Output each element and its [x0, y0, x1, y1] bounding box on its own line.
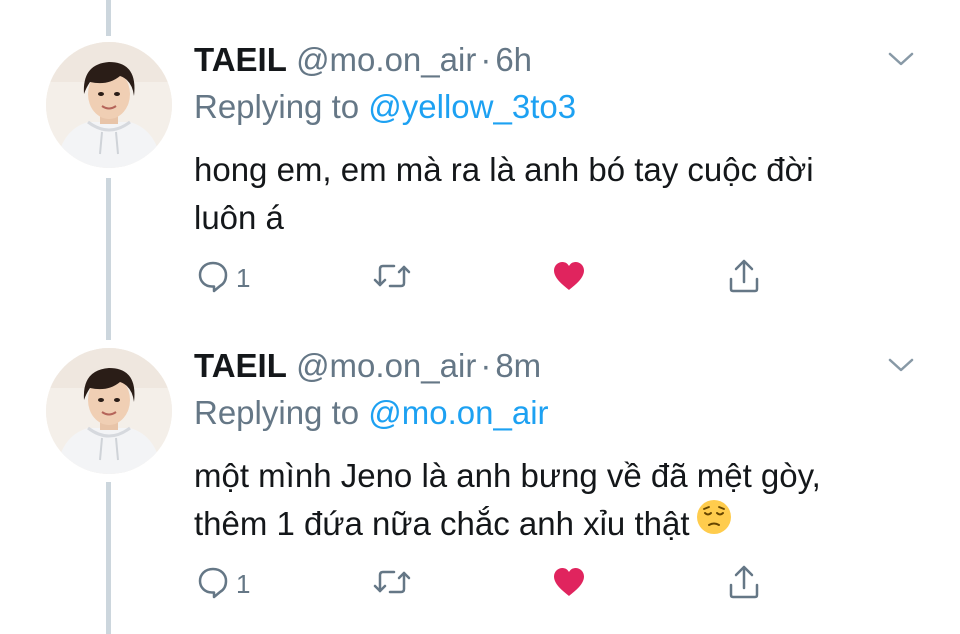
tweet-header: TAEIL @mo.on_air · 8m [194, 346, 541, 386]
avatar[interactable] [46, 42, 172, 168]
retweet-button[interactable] [372, 562, 412, 602]
chevron-down-icon[interactable] [886, 49, 916, 69]
action-bar: 1 [0, 256, 960, 296]
heart-icon [554, 568, 584, 596]
reply-count: 1 [236, 262, 251, 293]
action-bar: 1 [0, 562, 960, 602]
like-button[interactable] [552, 562, 586, 602]
user-handle[interactable]: @mo.on_air [296, 41, 476, 78]
timestamp[interactable]: 8m [495, 347, 541, 384]
tweet[interactable]: TAEIL @mo.on_air · 6h Replying to @yellow_… [0, 0, 960, 318]
share-icon [729, 259, 759, 293]
share-button[interactable] [726, 256, 762, 296]
reply-count: 1 [236, 568, 251, 599]
reply-icon [198, 261, 228, 293]
reply-button[interactable]: 1 [196, 256, 250, 296]
display-name[interactable]: TAEIL [194, 347, 287, 384]
heart-icon [554, 262, 584, 290]
reply-to-handle[interactable]: @mo.on_air [368, 394, 548, 431]
retweet-button[interactable] [372, 256, 412, 296]
tweet-text-line: hong em, em mà ra là anh bó tay cuộc đời [194, 151, 814, 188]
like-button[interactable] [552, 256, 586, 296]
tweet-text-line: luôn á [194, 199, 284, 236]
retweet-icon [373, 264, 411, 288]
chevron-down-icon[interactable] [886, 355, 916, 375]
avatar[interactable] [46, 348, 172, 474]
replying-label: Replying to [194, 88, 360, 125]
tweet-text-line-with-emoji: thêm 1 đứa nữa chắc anh xỉu thật [194, 498, 934, 552]
tweet-text: hong em, em mà ra là anh bó tay cuộc đời… [194, 146, 934, 242]
separator: · [480, 41, 492, 78]
tweet-header: TAEIL @mo.on_air · 6h [194, 40, 532, 80]
reply-button[interactable]: 1 [196, 562, 250, 602]
tweet[interactable]: TAEIL @mo.on_air · 8m Replying to @mo.on_a… [0, 318, 960, 634]
separator: · [480, 347, 492, 384]
tweet-text-line: thêm 1 đứa nữa chắc anh xỉu thật [194, 505, 690, 542]
share-icon [729, 565, 759, 599]
reply-to-handle[interactable]: @yellow_3to3 [368, 88, 576, 125]
replying-to: Replying to @mo.on_air [194, 393, 549, 433]
timestamp[interactable]: 6h [495, 41, 532, 78]
replying-label: Replying to [194, 394, 360, 431]
reply-icon [198, 567, 228, 599]
tweet-text: một mình Jeno là anh bưng về đã mệt gòy,… [194, 452, 934, 552]
display-name[interactable]: TAEIL [194, 41, 287, 78]
pensive-face-icon [695, 498, 733, 549]
share-button[interactable] [726, 562, 762, 602]
user-handle[interactable]: @mo.on_air [296, 347, 476, 384]
retweet-icon [373, 570, 411, 594]
replying-to: Replying to @yellow_3to3 [194, 87, 576, 127]
tweet-text-line: một mình Jeno là anh bưng về đã mệt gòy, [194, 457, 821, 494]
